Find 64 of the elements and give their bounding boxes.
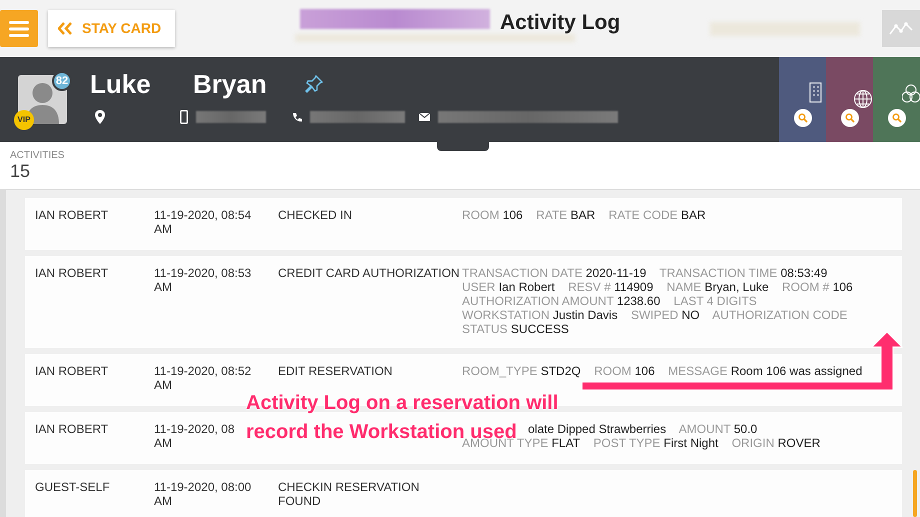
location-pin-icon: [95, 110, 105, 124]
search-icon: [794, 109, 812, 127]
mobile-phone-icon: [180, 110, 188, 124]
user-name: IAN ROBERT: [35, 422, 108, 436]
detail-item: NAME Bryan, Luke: [666, 280, 769, 294]
tile[interactable]: [779, 57, 826, 142]
annotation-text: Activity Log on a reservation will: [246, 393, 558, 413]
tile[interactable]: [873, 57, 920, 142]
mail-icon: [419, 113, 430, 121]
detail-item: ROOM 106: [462, 208, 523, 222]
activity-date: 11-19-2020, 08 AM: [154, 422, 235, 450]
activity-type: CHECKIN RESERVATION FOUND: [278, 480, 420, 508]
search-icon: [888, 109, 906, 127]
activity-type: CHECKED IN: [278, 208, 352, 222]
detail-item: TRANSACTION DATE 2020-11-19: [462, 266, 646, 280]
detail-item: SWIPED NO: [630, 308, 700, 322]
vip-badge: VIP: [14, 110, 34, 130]
search-icon: [841, 109, 859, 127]
double-chevron-icon: [58, 22, 72, 35]
user-name: IAN ROBERT: [35, 364, 108, 378]
user-name: GUEST-SELF: [35, 480, 110, 494]
detail-item: POST TYPE First Night: [593, 436, 718, 450]
scrollbar: [913, 470, 917, 517]
detail-item: AUTHORIZATION CODE: [712, 308, 848, 322]
detail-item: RATE BAR: [536, 208, 596, 222]
phone-icon: [292, 112, 302, 122]
detail-item: USER Ian Robert: [462, 280, 555, 294]
activities-count: 15: [10, 162, 32, 182]
stay-card-button[interactable]: STAY CARD: [48, 10, 175, 47]
activity-date: 11-19-2020, 08:54 AM: [154, 208, 252, 236]
detail-item: WORKSTATION Justin Davis: [462, 308, 618, 322]
activities-label: ACTIVITIES: [10, 150, 66, 162]
activity-type: EDIT RESERVATION: [278, 364, 392, 378]
menu-icon: [9, 20, 29, 38]
detail-item: ROOM 106: [594, 364, 655, 378]
score-badge: 82: [52, 71, 72, 91]
activity-date: 11-19-2020, 08:52 AM: [154, 364, 252, 392]
detail-item: LAST 4 DIGITS: [674, 294, 757, 308]
detail-item: ROOM # 106: [782, 280, 853, 294]
guest-first-name: Luke: [90, 71, 152, 97]
globe-icon: [853, 89, 873, 109]
user-name: IAN ROBERT: [35, 266, 108, 280]
user-name: IAN ROBERT: [35, 208, 108, 222]
detail-item: AMOUNT 50.0: [678, 422, 758, 436]
detail-item: RATE CODE BAR: [608, 208, 706, 222]
circles-icon: [902, 84, 920, 104]
redacted-text: [196, 111, 266, 123]
detail-item: AUTHORIZATION AMOUNT 1238.60: [462, 294, 660, 308]
detail-item: ROOM_TYPE STD2Q: [462, 364, 581, 378]
tile[interactable]: [826, 57, 873, 142]
detail-item: MESSAGE Room 106 was assigned: [668, 364, 862, 378]
detail-item: ORIGIN ROVER: [732, 436, 820, 450]
pin-icon[interactable]: [304, 74, 324, 94]
activity-date: 11-19-2020, 08:53 AM: [154, 266, 252, 294]
detail-item: olate Dipped Strawberries: [528, 422, 666, 436]
drawer-handle[interactable]: [437, 142, 489, 151]
activity-type: CREDIT CARD AUTHORIZATION: [278, 266, 460, 280]
page-title: Activity Log: [500, 10, 620, 36]
guest-last-name: Bryan: [193, 71, 267, 97]
line-graph-icon: [889, 22, 913, 36]
detail-item: STATUS SUCCESS: [462, 322, 569, 336]
detail-item: TRANSACTION TIME 08:53:49: [659, 266, 828, 280]
activity-date: 11-19-2020, 08:00 AM: [154, 480, 252, 508]
detail-item: RESV # 114909: [568, 280, 654, 294]
